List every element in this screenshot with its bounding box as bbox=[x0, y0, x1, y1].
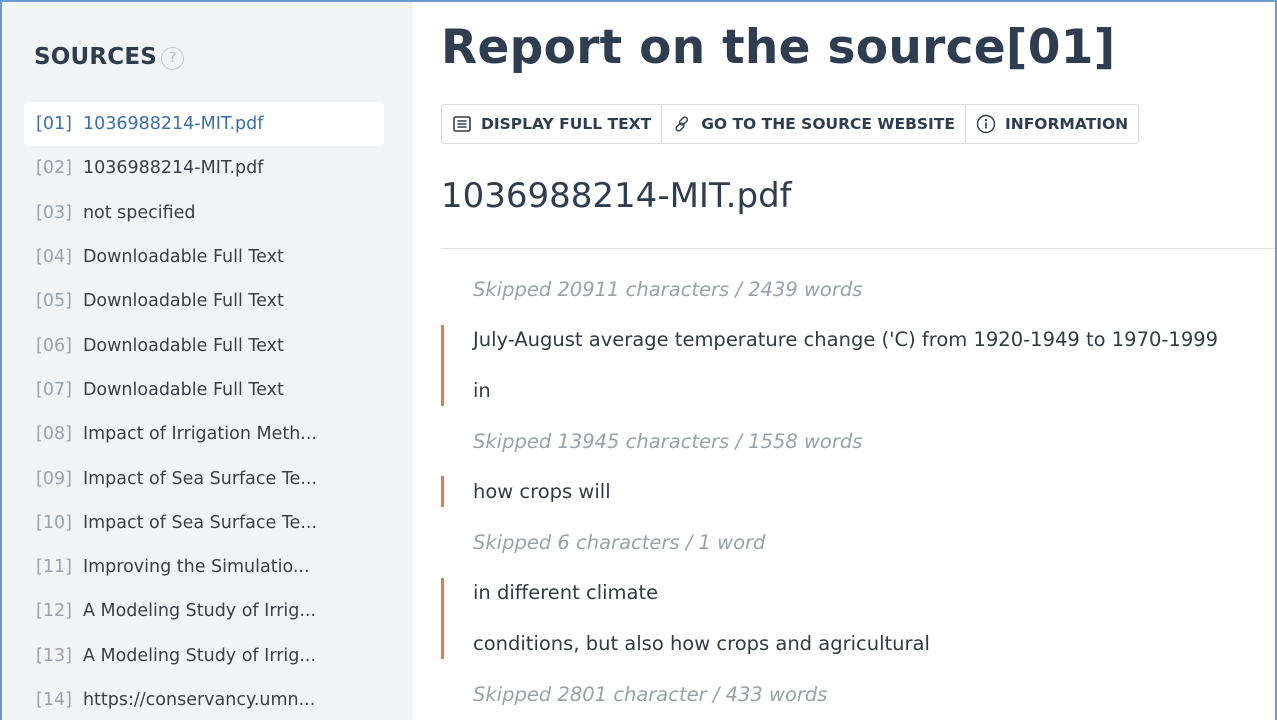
source-number: [03] bbox=[36, 202, 72, 223]
source-label: A Modeling Study of Irrig... bbox=[82, 645, 317, 666]
sources-list: [01] 1036988214-MIT.pdf [02] 1036988214-MIT… bbox=[24, 102, 384, 720]
source-number: [13] bbox=[36, 645, 72, 666]
source-number: [07] bbox=[36, 379, 72, 400]
app-frame: SOURCES ? [01] 1036988214-MIT.pdf [02] 1036… bbox=[0, 0, 1277, 720]
page-title: Report on the source[01] bbox=[441, 20, 1116, 75]
match-highlight-bar bbox=[441, 476, 444, 507]
document-name: 1036988214-MIT.pdf bbox=[441, 176, 792, 216]
source-label: Improving the Simulatio... bbox=[82, 557, 310, 578]
match-highlight-bar bbox=[441, 324, 444, 406]
source-label: A Modeling Study of Irrig... bbox=[82, 601, 317, 622]
source-label: Impact of Sea Surface Te... bbox=[82, 512, 318, 533]
source-number: [10] bbox=[36, 512, 72, 533]
go-to-source-label: GO TO THE SOURCE WEBSITE bbox=[701, 115, 955, 133]
source-item[interactable]: [11] Improving the Simulatio... bbox=[24, 545, 384, 589]
match-highlight-bar bbox=[441, 577, 444, 659]
report-content: Skipped 20911 characters / 2439 words Jul… bbox=[441, 264, 1275, 719]
source-item[interactable]: [01] 1036988214-MIT.pdf bbox=[24, 102, 384, 147]
source-label: Downloadable Full Text bbox=[82, 379, 284, 400]
skipped-text: Skipped 2801 character / 433 words bbox=[473, 682, 828, 706]
source-number: [09] bbox=[36, 468, 72, 489]
matched-text: in different climate bbox=[473, 581, 659, 605]
source-number: [11] bbox=[36, 557, 72, 578]
source-label: not specified bbox=[82, 202, 196, 223]
source-label: 1036988214-MIT.pdf bbox=[82, 158, 264, 179]
source-item[interactable]: [02] 1036988214-MIT.pdf bbox=[24, 146, 384, 190]
source-number: [08] bbox=[36, 424, 72, 445]
source-item[interactable]: [14] https://conservancy.umn... bbox=[24, 678, 384, 720]
source-item[interactable]: [13] A Modeling Study of Irrig... bbox=[24, 634, 384, 678]
source-number: [06] bbox=[36, 335, 72, 356]
source-number: [12] bbox=[36, 601, 72, 622]
skipped-text: Skipped 20911 characters / 2439 words bbox=[473, 277, 863, 301]
sources-title: SOURCES bbox=[34, 44, 158, 70]
information-button[interactable]: INFORMATION bbox=[966, 105, 1138, 143]
link-icon bbox=[672, 114, 692, 134]
matched-text: July-August average temperature change (… bbox=[473, 328, 1219, 352]
source-item[interactable]: [08] Impact of Irrigation Meth... bbox=[24, 412, 384, 456]
sources-sidebar: SOURCES ? [01] 1036988214-MIT.pdf [02] 1036… bbox=[2, 2, 413, 720]
sources-header: SOURCES ? bbox=[34, 44, 185, 70]
source-label: Downloadable Full Text bbox=[82, 291, 284, 312]
source-label: Impact of Irrigation Meth... bbox=[82, 424, 317, 445]
source-number: [14] bbox=[36, 690, 72, 710]
help-icon[interactable]: ? bbox=[161, 46, 185, 70]
source-label: Downloadable Full Text bbox=[82, 247, 284, 268]
source-label: Impact of Sea Surface Te... bbox=[82, 468, 318, 489]
report-toolbar: DISPLAY FULL TEXT GO TO THE SOURCE WEBSI… bbox=[441, 104, 1140, 144]
source-item[interactable]: [03] not specified bbox=[24, 191, 384, 235]
source-item[interactable]: [06] Downloadable Full Text bbox=[24, 323, 384, 367]
go-to-source-button[interactable]: GO TO THE SOURCE WEBSITE bbox=[662, 105, 966, 143]
source-item[interactable]: [10] Impact of Sea Surface Te... bbox=[24, 501, 384, 545]
document-icon bbox=[452, 114, 472, 134]
source-item[interactable]: [09] Impact of Sea Surface Te... bbox=[24, 456, 384, 500]
source-number: [04] bbox=[36, 247, 72, 268]
info-icon bbox=[976, 114, 996, 134]
skipped-text: Skipped 6 characters / 1 word bbox=[473, 530, 766, 554]
source-number: [02] bbox=[36, 158, 72, 179]
display-full-text-button[interactable]: DISPLAY FULL TEXT bbox=[442, 105, 663, 143]
source-label: 1036988214-MIT.pdf bbox=[82, 114, 264, 135]
source-item[interactable]: [05] Downloadable Full Text bbox=[24, 279, 384, 323]
skipped-text: Skipped 13945 characters / 1558 words bbox=[473, 429, 863, 453]
information-label: INFORMATION bbox=[1004, 115, 1129, 133]
source-item[interactable]: [12] A Modeling Study of Irrig... bbox=[24, 589, 384, 633]
matched-text: in bbox=[473, 378, 491, 402]
matched-text: how crops will bbox=[473, 480, 611, 504]
matched-text: conditions, but also how crops and agric… bbox=[473, 631, 930, 655]
source-number: [05] bbox=[36, 291, 72, 312]
source-item[interactable]: [04] Downloadable Full Text bbox=[24, 235, 384, 279]
source-label: Downloadable Full Text bbox=[82, 335, 284, 356]
source-label: https://conservancy.umn... bbox=[82, 690, 316, 710]
source-number: [01] bbox=[36, 114, 72, 135]
source-item[interactable]: [07] Downloadable Full Text bbox=[24, 368, 384, 412]
report-main: Report on the source[01] DISPLAY FULL TE… bbox=[413, 2, 1275, 720]
display-full-text-label: DISPLAY FULL TEXT bbox=[481, 115, 652, 133]
divider bbox=[441, 248, 1275, 249]
